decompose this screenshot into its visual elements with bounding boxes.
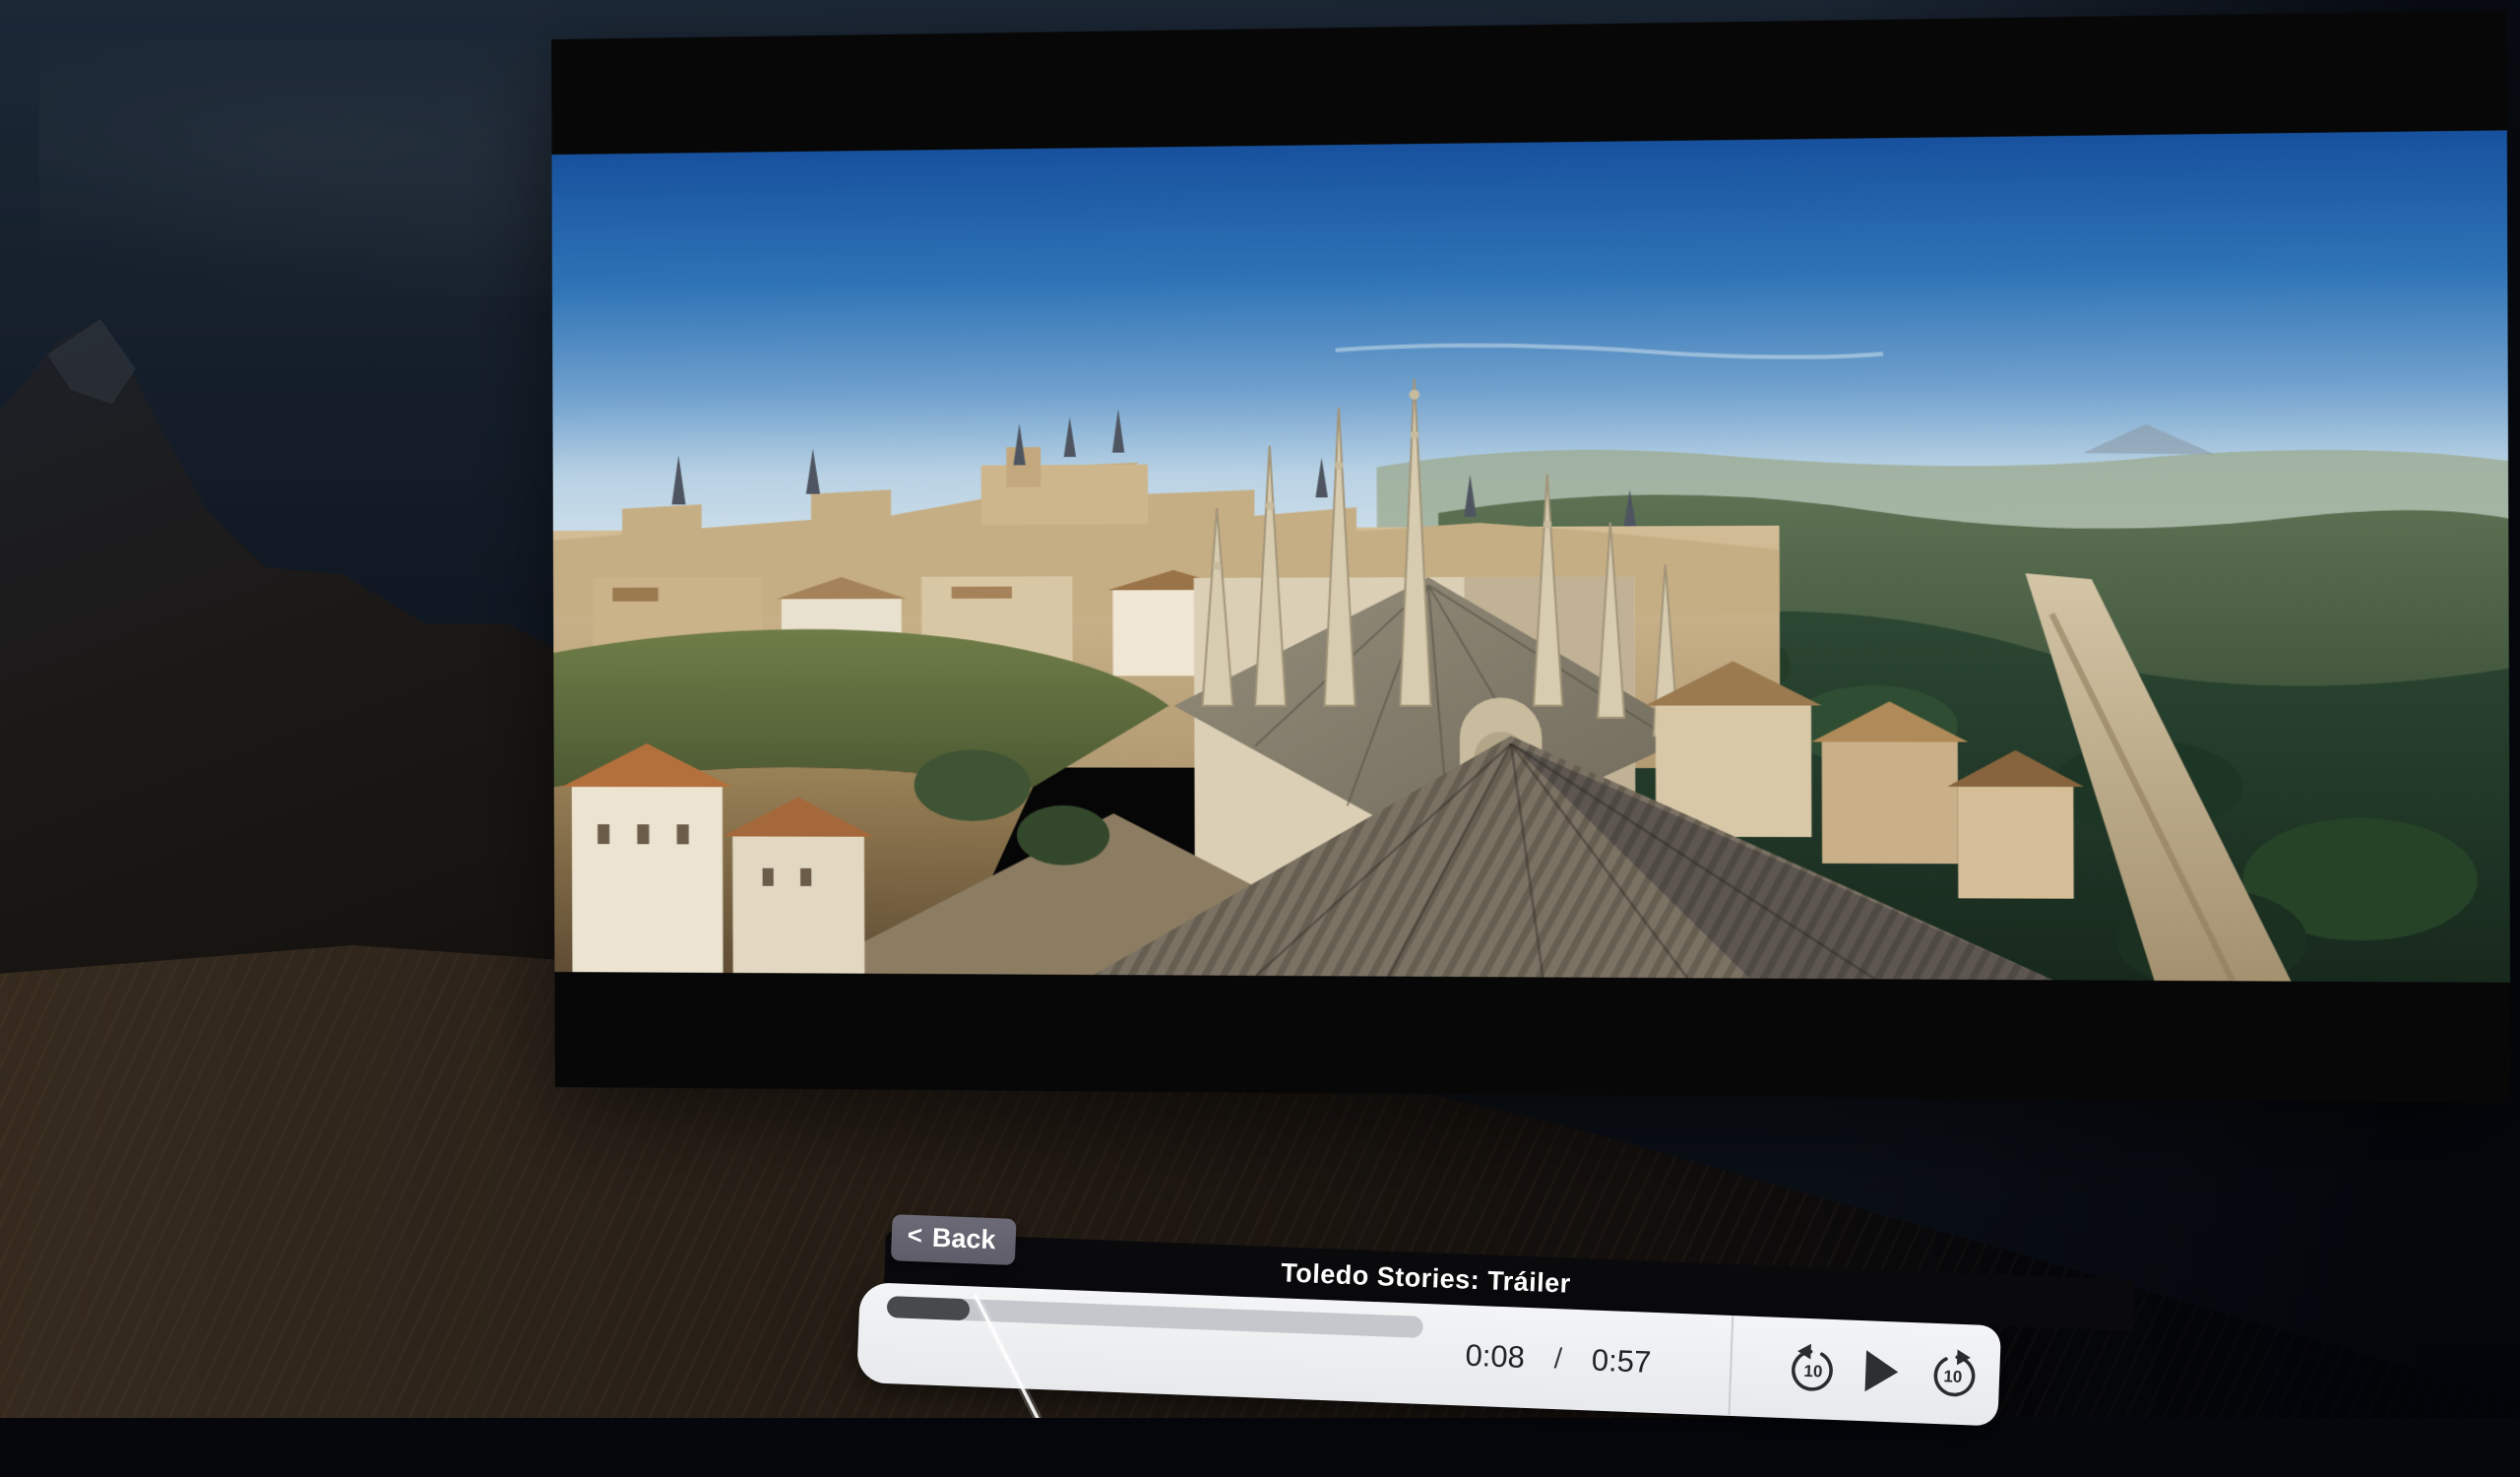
time-display: 0:08 / 0:57: [1465, 1338, 1652, 1381]
progress-fill: [887, 1296, 971, 1320]
video-player-screen[interactable]: [551, 10, 2510, 1102]
play-button[interactable]: [1864, 1349, 1902, 1393]
forward-10-label: 10: [1925, 1367, 1980, 1388]
forward-10-button[interactable]: 10: [1925, 1347, 1981, 1402]
progress-bar[interactable]: [887, 1296, 1423, 1338]
duration: 0:57: [1591, 1343, 1652, 1381]
video-title: Toledo Stories: Tráiler: [1281, 1257, 1572, 1299]
play-icon: [1864, 1350, 1899, 1392]
transport-buttons: 10 10: [1786, 1341, 1981, 1401]
rewind-10-label: 10: [1787, 1361, 1841, 1382]
letterbox-bottom: [554, 972, 2510, 1103]
video-scene-toledo: [552, 130, 2510, 982]
back-button[interactable]: < Back: [891, 1214, 1016, 1265]
rewind-10-button[interactable]: 10: [1786, 1341, 1841, 1396]
current-time: 0:08: [1465, 1338, 1526, 1376]
time-separator: /: [1553, 1343, 1562, 1376]
video-content: [552, 130, 2510, 982]
controls-divider: [1728, 1316, 1733, 1416]
back-chevron-icon: <: [907, 1220, 922, 1252]
back-button-label: Back: [931, 1223, 996, 1255]
